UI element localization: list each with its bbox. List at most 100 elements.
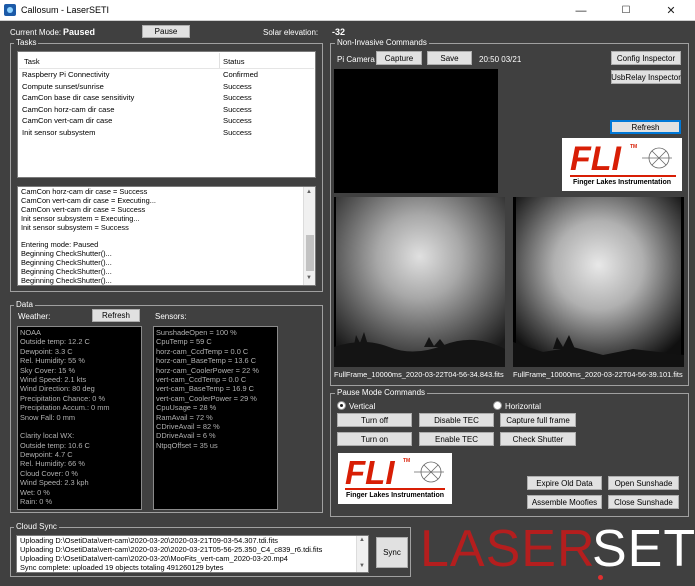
- fli-logo-top: FLI TM Finger Lakes Instrumentation: [562, 138, 682, 191]
- fli-tm: TM: [630, 144, 638, 150]
- vertical-radio-label: Vertical: [349, 402, 376, 411]
- tasks-table[interactable]: Task Status Raspberry Pi Connectivity Co…: [17, 51, 316, 178]
- task-log-scrollbar[interactable]: ▲ ▼: [303, 187, 315, 285]
- weather-line: Precipitation Accum.: 0 mm: [20, 403, 110, 413]
- log-line: Init sensor subsystem = Success: [21, 222, 129, 232]
- table-row-status: Success: [223, 116, 252, 125]
- scroll-thumb[interactable]: [306, 235, 314, 271]
- sensor-line: SunshadeOpen = 100 %: [156, 328, 237, 337]
- current-mode-label: Current Mode:: [10, 28, 62, 37]
- turn-off-button[interactable]: Turn off: [337, 413, 412, 427]
- weather-line: Wind Speed: 2.3 kph: [20, 478, 89, 488]
- maximize-icon[interactable]: ☐: [603, 0, 649, 21]
- horizontal-radio-label: Horizontal: [505, 402, 542, 411]
- weather-refresh-button[interactable]: Refresh: [92, 309, 140, 322]
- app-icon: [4, 4, 16, 16]
- solar-elevation-label: Solar elevation:: [263, 28, 319, 37]
- open-sunshade-button[interactable]: Open Sunshade: [608, 476, 679, 490]
- weather-line: [20, 422, 110, 431]
- fli-tm: TM: [403, 458, 411, 464]
- sensor-line: vert-cam_CcdTemp = 0.0 C: [156, 374, 247, 384]
- weather-line: Rel. Humidity: 55 %: [20, 356, 85, 366]
- weather-label: Weather:: [18, 312, 51, 321]
- cloud-sync-log[interactable]: Uploading D:\OsetiData\vert-cam\2020-03-…: [16, 535, 369, 573]
- table-row[interactable]: Compute sunset/sunrise: [22, 82, 104, 93]
- cloud-sync-scrollbar[interactable]: ▲ ▼: [356, 536, 368, 572]
- capture-button[interactable]: Capture: [376, 51, 422, 65]
- table-row[interactable]: CamCon vert-cam dir case: [22, 116, 112, 127]
- assemble-moofies-button[interactable]: Assemble Moofies: [527, 495, 602, 509]
- pause-mode-group-title: Pause Mode Commands: [335, 388, 428, 397]
- enable-tec-button[interactable]: Enable TEC: [419, 432, 494, 446]
- solar-elevation-value: -32: [332, 27, 346, 37]
- table-row[interactable]: CamCon base dir case sensitivity: [22, 93, 134, 104]
- disable-tec-button[interactable]: Disable TEC: [419, 413, 494, 427]
- minimize-icon[interactable]: —: [558, 0, 604, 21]
- check-shutter-button[interactable]: Check Shutter: [500, 432, 576, 446]
- pause-button[interactable]: Pause: [142, 25, 190, 38]
- vert-cam-caption: FullFrame_10000ms_2020-03-22T04-56-39.10…: [513, 370, 683, 379]
- sensors-panel: SunshadeOpen = 100 % CpuTemp = 59 C horz…: [153, 326, 278, 510]
- close-icon[interactable]: ✕: [648, 0, 694, 21]
- table-row-status: Success: [223, 127, 252, 137]
- data-group-title: Data: [14, 300, 35, 309]
- window-title: Callosum - LaserSETI: [21, 5, 110, 15]
- cloud-sync-group-title: Cloud Sync: [14, 522, 59, 531]
- noninvasive-group-title: Non-Invasive Commands: [335, 38, 429, 47]
- weather-line: Sky Cover: 15 %: [20, 365, 76, 375]
- weather-line: Dewpoint: 4.7 C: [20, 450, 73, 460]
- fli-logo-bottom: FLI TM Finger Lakes Instrumentation: [338, 453, 452, 504]
- sync-button[interactable]: Sync: [376, 537, 408, 568]
- table-row[interactable]: Raspberry Pi Connectivity: [22, 70, 109, 81]
- horz-cam-frame[interactable]: [334, 197, 505, 367]
- task-log[interactable]: CamCon horz-cam dir case = Success CamCo…: [17, 186, 316, 286]
- task-column-header[interactable]: Task: [24, 57, 40, 68]
- header-divider: [19, 68, 314, 69]
- weather-line: Wind Speed: 2.1 kts: [20, 374, 87, 384]
- weather-line: Wind Direction: 80 deg: [20, 384, 95, 394]
- weather-line: Rain: 0 %: [20, 497, 53, 507]
- scroll-down-icon[interactable]: ▼: [359, 563, 365, 569]
- pi-camera-timestamp: 20:50 03/21: [479, 55, 522, 64]
- sensors-label: Sensors:: [155, 312, 187, 321]
- sensor-line: RamAvail = 72 %: [156, 412, 213, 422]
- pi-camera-preview: [334, 69, 498, 193]
- tasks-group-title: Tasks: [14, 38, 39, 47]
- pi-camera-label: Pi Camera: [337, 55, 375, 64]
- weather-line: Precipitation Chance: 0 %: [20, 393, 106, 403]
- close-sunshade-button[interactable]: Close Sunshade: [608, 495, 679, 509]
- save-button[interactable]: Save: [427, 51, 472, 65]
- sensor-line: vert-cam_CoolerPower = 29 %: [156, 393, 257, 403]
- config-inspector-button[interactable]: Config Inspector: [611, 51, 681, 65]
- laser-dot: [598, 575, 603, 580]
- scroll-down-icon[interactable]: ▼: [306, 275, 312, 281]
- title-bar: Callosum - LaserSETI — ☐ ✕: [0, 0, 695, 21]
- fli-subtitle: Finger Lakes Instrumentation: [572, 179, 672, 186]
- usbrelay-inspector-button[interactable]: UsbRelay Inspector: [611, 70, 681, 84]
- scroll-up-icon[interactable]: ▲: [306, 189, 312, 195]
- capture-full-frame-button[interactable]: Capture full frame: [500, 413, 576, 427]
- table-row-status: Success: [223, 93, 252, 102]
- sensor-line: DDriveAvail = 6 %: [156, 431, 216, 441]
- table-row[interactable]: Init sensor subsystem: [22, 128, 95, 139]
- fli-rule: [570, 175, 676, 177]
- fli-rule: [345, 488, 445, 490]
- expire-old-data-button[interactable]: Expire Old Data: [527, 476, 602, 490]
- weather-line: Dewpoint: 3.3 C: [20, 346, 73, 356]
- horizontal-radio[interactable]: [493, 401, 502, 410]
- vert-cam-frame[interactable]: [513, 197, 684, 367]
- sensor-line: horz-cam_CcdTemp = 0.0 C: [156, 346, 249, 356]
- fli-logo-text: FLI: [570, 140, 621, 178]
- vertical-radio[interactable]: [337, 401, 346, 410]
- inspector-refresh-button[interactable]: Refresh: [610, 120, 681, 134]
- weather-panel: NOAA Outside temp: 12.2 C Dewpoint: 3.3 …: [17, 326, 142, 510]
- scroll-up-icon[interactable]: ▲: [359, 537, 365, 543]
- column-divider: [219, 53, 220, 68]
- table-row[interactable]: CamCon horz-cam dir case: [22, 105, 114, 116]
- sensor-line: NtpqOffset = 35 us: [156, 440, 218, 450]
- weather-line: Cloud Cover: 0 %: [20, 468, 78, 478]
- cloud-sync-lines: Uploading D:\OsetiData\vert-cam\2020-03-…: [20, 536, 322, 572]
- status-column-header[interactable]: Status: [223, 57, 245, 68]
- weather-line: Snow Fall: 0 mm: [20, 412, 76, 422]
- turn-on-button[interactable]: Turn on: [337, 432, 412, 446]
